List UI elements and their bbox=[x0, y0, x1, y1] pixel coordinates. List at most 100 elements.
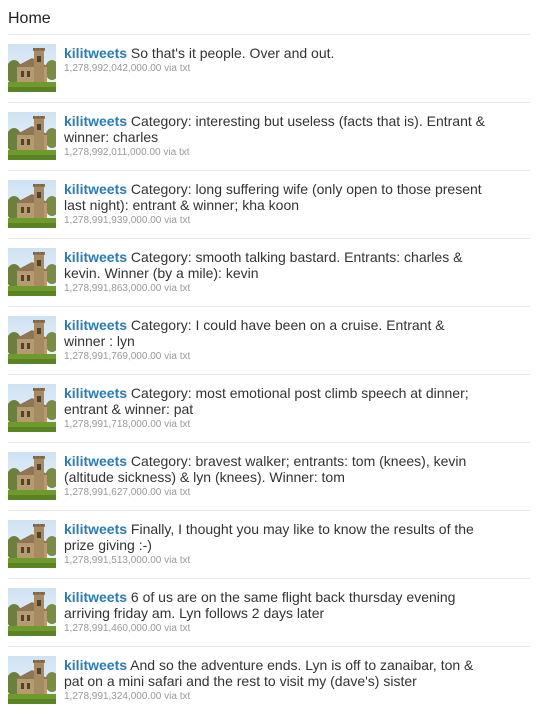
tweet-body: kilitweets 6 of us are on the same fligh… bbox=[64, 589, 486, 635]
tweet-content: kilitweets 6 of us are on the same fligh… bbox=[64, 589, 486, 621]
source-link[interactable]: txt bbox=[180, 215, 191, 226]
tweet-item: kilitweets Category: interesting but use… bbox=[8, 103, 530, 171]
username-link[interactable]: kilitweets bbox=[64, 453, 127, 469]
via-label: via bbox=[163, 147, 177, 158]
timestamp-link[interactable]: 1,278,991,939,000.00 bbox=[64, 215, 161, 226]
church-tower-avatar-icon bbox=[8, 452, 56, 500]
timestamp-link[interactable]: 1,278,992,011,000.00 bbox=[64, 147, 161, 158]
timestamp-link[interactable]: 1,278,991,513,000.00 bbox=[64, 555, 161, 566]
tweet-body: kilitweets Category: I could have been o… bbox=[64, 317, 486, 363]
church-tower-avatar-icon bbox=[8, 248, 56, 296]
via-label: via bbox=[164, 351, 177, 362]
source-link[interactable]: txt bbox=[180, 691, 191, 702]
tweet-text: So that's it people. Over and out. bbox=[130, 45, 335, 61]
tweet-body: kilitweets Finally, I thought you may li… bbox=[64, 521, 486, 567]
tweet-body: kilitweets Category: most emotional post… bbox=[64, 385, 486, 431]
tweet-content: kilitweets Category: I could have been o… bbox=[64, 317, 486, 349]
church-tower-avatar-icon bbox=[8, 316, 56, 364]
tweet-content: kilitweets Category: smooth talking bast… bbox=[64, 249, 486, 281]
tweet-meta: 1,278,991,460,000.00 via txt bbox=[64, 623, 486, 635]
tweet-item: kilitweets So that's it people. Over and… bbox=[8, 35, 530, 103]
tweet-content: kilitweets Category: most emotional post… bbox=[64, 385, 486, 417]
church-tower-avatar-icon bbox=[8, 112, 56, 160]
avatar[interactable] bbox=[8, 384, 56, 432]
timestamp-link[interactable]: 1,278,991,460,000.00 bbox=[64, 623, 161, 634]
tweet-body: kilitweets Category: interesting but use… bbox=[64, 113, 486, 159]
tweet-content: kilitweets So that's it people. Over and… bbox=[64, 45, 486, 61]
via-label: via bbox=[164, 419, 177, 430]
via-label: via bbox=[164, 623, 177, 634]
avatar[interactable] bbox=[8, 44, 56, 92]
tweet-body: kilitweets Category: bravest walker; ent… bbox=[64, 453, 486, 499]
via-label: via bbox=[164, 487, 177, 498]
timestamp-link[interactable]: 1,278,991,769,000.00 bbox=[64, 351, 161, 362]
source-link[interactable]: txt bbox=[180, 555, 191, 566]
timestamp-link[interactable]: 1,278,991,627,000.00 bbox=[64, 487, 161, 498]
church-tower-avatar-icon bbox=[8, 384, 56, 432]
tweet-meta: 1,278,991,939,000.00 via txt bbox=[64, 215, 486, 227]
home-page: Home kilitweets So that's it people. Ove… bbox=[0, 0, 538, 724]
timestamp-link[interactable]: 1,278,991,718,000.00 bbox=[64, 419, 161, 430]
avatar[interactable] bbox=[8, 248, 56, 296]
avatar[interactable] bbox=[8, 452, 56, 500]
page-title: Home bbox=[8, 10, 51, 27]
avatar[interactable] bbox=[8, 112, 56, 160]
tweet-content: kilitweets Finally, I thought you may li… bbox=[64, 521, 486, 553]
tweet-item: kilitweets Category: most emotional post… bbox=[8, 375, 530, 443]
via-label: via bbox=[164, 691, 177, 702]
username-link[interactable]: kilitweets bbox=[64, 113, 127, 129]
tweet-content: kilitweets Category: bravest walker; ent… bbox=[64, 453, 486, 485]
tweet-body: kilitweets Category: long suffering wife… bbox=[64, 181, 486, 227]
source-link[interactable]: txt bbox=[180, 623, 191, 634]
tweet-meta: 1,278,991,769,000.00 via txt bbox=[64, 351, 486, 363]
source-link[interactable]: txt bbox=[179, 147, 190, 158]
avatar[interactable] bbox=[8, 316, 56, 364]
tweet-meta: 1,278,991,863,000.00 via txt bbox=[64, 283, 486, 295]
tweet-item: kilitweets Category: long suffering wife… bbox=[8, 171, 530, 239]
tweet-meta: 1,278,991,324,000.00 via txt bbox=[64, 691, 486, 703]
tweet-item: kilitweets Category: bravest walker; ent… bbox=[8, 443, 530, 511]
church-tower-avatar-icon bbox=[8, 520, 56, 568]
avatar[interactable] bbox=[8, 588, 56, 636]
tweet-meta: 1,278,991,718,000.00 via txt bbox=[64, 419, 486, 431]
username-link[interactable]: kilitweets bbox=[64, 181, 127, 197]
tweet-item: kilitweets Finally, I thought you may li… bbox=[8, 511, 530, 579]
avatar[interactable] bbox=[8, 656, 56, 704]
tweet-meta: 1,278,992,011,000.00 via txt bbox=[64, 147, 486, 159]
username-link[interactable]: kilitweets bbox=[64, 657, 127, 673]
via-label: via bbox=[164, 63, 177, 74]
tweet-meta: 1,278,991,627,000.00 via txt bbox=[64, 487, 486, 499]
source-link[interactable]: txt bbox=[180, 487, 191, 498]
tweet-item: kilitweets And so the adventure ends. Ly… bbox=[8, 647, 530, 715]
tweet-body: kilitweets Category: smooth talking bast… bbox=[64, 249, 486, 295]
tweet-body: kilitweets So that's it people. Over and… bbox=[64, 45, 486, 75]
source-link[interactable]: txt bbox=[180, 283, 191, 294]
tweet-text: Category: interesting but useless (facts… bbox=[64, 113, 485, 145]
avatar[interactable] bbox=[8, 520, 56, 568]
church-tower-avatar-icon bbox=[8, 180, 56, 228]
via-label: via bbox=[164, 215, 177, 226]
tweet-meta: 1,278,991,513,000.00 via txt bbox=[64, 555, 486, 567]
timestamp-link[interactable]: 1,278,992,042,000.00 bbox=[64, 63, 161, 74]
source-link[interactable]: txt bbox=[180, 63, 191, 74]
username-link[interactable]: kilitweets bbox=[64, 521, 127, 537]
tweet-body: kilitweets And so the adventure ends. Ly… bbox=[64, 657, 486, 703]
tweet-item: kilitweets Category: smooth talking bast… bbox=[8, 239, 530, 307]
username-link[interactable]: kilitweets bbox=[64, 45, 127, 61]
tweet-content: kilitweets Category: interesting but use… bbox=[64, 113, 486, 145]
timeline: kilitweets So that's it people. Over and… bbox=[8, 35, 530, 715]
source-link[interactable]: txt bbox=[180, 419, 191, 430]
via-label: via bbox=[164, 283, 177, 294]
username-link[interactable]: kilitweets bbox=[64, 249, 127, 265]
username-link[interactable]: kilitweets bbox=[64, 317, 127, 333]
via-label: via bbox=[164, 555, 177, 566]
tweet-content: kilitweets Category: long suffering wife… bbox=[64, 181, 486, 213]
avatar[interactable] bbox=[8, 180, 56, 228]
timestamp-link[interactable]: 1,278,991,324,000.00 bbox=[64, 691, 161, 702]
username-link[interactable]: kilitweets bbox=[64, 385, 127, 401]
source-link[interactable]: txt bbox=[180, 351, 191, 362]
tweet-content: kilitweets And so the adventure ends. Ly… bbox=[64, 657, 486, 689]
tweet-meta: 1,278,992,042,000.00 via txt bbox=[64, 63, 486, 75]
username-link[interactable]: kilitweets bbox=[64, 589, 127, 605]
timestamp-link[interactable]: 1,278,991,863,000.00 bbox=[64, 283, 161, 294]
